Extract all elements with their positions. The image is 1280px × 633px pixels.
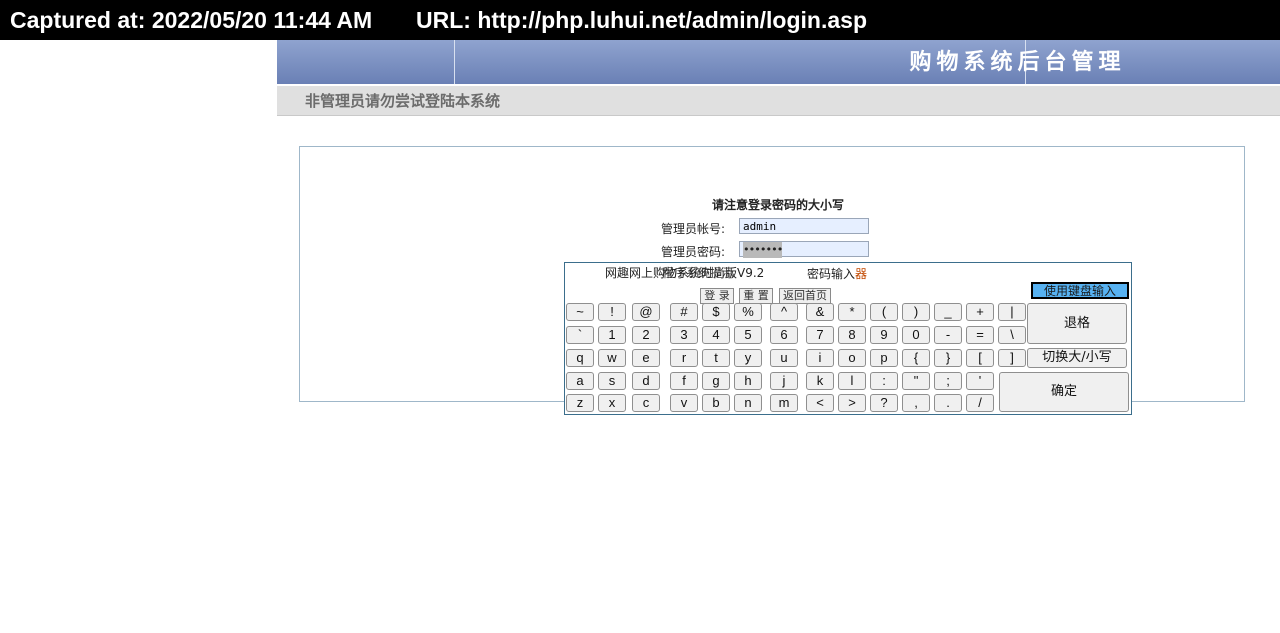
key-4-3[interactable]: v (670, 394, 698, 412)
key-3-1[interactable]: s (598, 372, 626, 390)
key-4-6[interactable]: m (770, 394, 798, 412)
key-3-11[interactable]: ; (934, 372, 962, 390)
keyboard-title-right-suffix: 器 (855, 267, 868, 281)
key-1-12[interactable]: = (966, 326, 994, 344)
key-4-7[interactable]: < (806, 394, 834, 412)
key-4-11[interactable]: . (934, 394, 962, 412)
key-0-4[interactable]: $ (702, 303, 730, 321)
capture-url: URL: http://php.luhui.net/admin/login.as… (416, 7, 867, 33)
key-3-0[interactable]: a (566, 372, 594, 390)
key-1-4[interactable]: 4 (702, 326, 730, 344)
backspace-key[interactable]: 退格 (1027, 303, 1127, 344)
key-0-8[interactable]: * (838, 303, 866, 321)
key-0-6[interactable]: ^ (770, 303, 798, 321)
key-0-2[interactable]: @ (632, 303, 660, 321)
key-0-0[interactable]: ~ (566, 303, 594, 321)
key-4-12[interactable]: / (966, 394, 994, 412)
username-input[interactable]: admin (739, 218, 869, 234)
key-3-10[interactable]: " (902, 372, 930, 390)
capture-timestamp: Captured at: 2022/05/20 11:44 AM (10, 7, 373, 33)
password-case-notice: 请注意登录密码的大小写 (711, 198, 844, 212)
key-1-8[interactable]: 8 (838, 326, 866, 344)
key-4-10[interactable]: , (902, 394, 930, 412)
key-0-1[interactable]: ! (598, 303, 626, 321)
key-2-1[interactable]: w (598, 349, 626, 367)
keyboard-title-right: 密码输入器 (807, 265, 867, 282)
key-0-10[interactable]: ) (902, 303, 930, 321)
key-2-8[interactable]: o (838, 349, 866, 367)
key-1-2[interactable]: 2 (632, 326, 660, 344)
keyboard-title-right-prefix: 密码输入 (807, 267, 856, 281)
key-0-7[interactable]: & (806, 303, 834, 321)
capture-bar: Captured at: 2022/05/20 11:44 AM URL: ht… (0, 0, 1280, 40)
case-toggle-key[interactable]: 切换大/小写 (1027, 348, 1127, 368)
key-2-5[interactable]: y (734, 349, 762, 367)
key-3-7[interactable]: k (806, 372, 834, 390)
key-1-10[interactable]: 0 (902, 326, 930, 344)
warning-bar: 非管理员请勿尝试登陆本系统 (277, 86, 1280, 116)
password-label: 管理员密码: (661, 245, 726, 259)
reset-button[interactable]: 重 置 (739, 288, 773, 304)
key-4-9[interactable]: ? (870, 394, 898, 412)
confirm-key[interactable]: 确定 (999, 372, 1129, 412)
key-3-8[interactable]: l (838, 372, 866, 390)
key-2-11[interactable]: } (934, 349, 962, 367)
return-home-button[interactable]: 返回首页 (779, 288, 831, 304)
key-4-4[interactable]: b (702, 394, 730, 412)
key-2-0[interactable]: q (566, 349, 594, 367)
key-0-5[interactable]: % (734, 303, 762, 321)
key-1-5[interactable]: 5 (734, 326, 762, 344)
key-2-13[interactable]: ] (998, 349, 1026, 367)
key-1-11[interactable]: - (934, 326, 962, 344)
key-1-3[interactable]: 3 (670, 326, 698, 344)
key-2-7[interactable]: i (806, 349, 834, 367)
key-0-9[interactable]: ( (870, 303, 898, 321)
key-4-2[interactable]: c (632, 394, 660, 412)
password-value: ••••••• (743, 242, 783, 258)
key-3-3[interactable]: f (670, 372, 698, 390)
key-2-6[interactable]: u (770, 349, 798, 367)
password-input[interactable]: ••••••• (739, 241, 869, 258)
warning-text: 非管理员请勿尝试登陆本系统 (305, 92, 501, 110)
key-1-6[interactable]: 6 (770, 326, 798, 344)
key-0-3[interactable]: # (670, 303, 698, 321)
key-4-5[interactable]: n (734, 394, 762, 412)
key-2-12[interactable]: [ (966, 349, 994, 367)
key-2-3[interactable]: r (670, 349, 698, 367)
key-1-9[interactable]: 9 (870, 326, 898, 344)
login-button[interactable]: 登 录 (700, 288, 734, 304)
key-3-5[interactable]: h (734, 372, 762, 390)
key-3-12[interactable]: ' (966, 372, 994, 390)
key-1-1[interactable]: 1 (598, 326, 626, 344)
key-1-13[interactable]: \ (998, 326, 1026, 344)
key-2-2[interactable]: e (632, 349, 660, 367)
key-3-6[interactable]: j (770, 372, 798, 390)
header-banner: 购物系统后台管理 (277, 40, 1280, 84)
key-4-0[interactable]: z (566, 394, 594, 412)
keyboard-title-overlap: 程序系统提示 (662, 266, 735, 280)
key-2-10[interactable]: { (902, 349, 930, 367)
key-2-9[interactable]: p (870, 349, 898, 367)
use-keyboard-button[interactable]: 使用键盘输入 (1031, 282, 1129, 299)
key-0-11[interactable]: _ (934, 303, 962, 321)
key-3-2[interactable]: d (632, 372, 660, 390)
key-0-13[interactable]: | (998, 303, 1026, 321)
banner-left-segment (277, 40, 455, 84)
key-2-4[interactable]: t (702, 349, 730, 367)
username-label: 管理员帐号: (661, 222, 726, 236)
key-0-12[interactable]: + (966, 303, 994, 321)
key-3-9[interactable]: : (870, 372, 898, 390)
key-1-7[interactable]: 7 (806, 326, 834, 344)
key-4-8[interactable]: > (838, 394, 866, 412)
page-title: 购物系统后台管理 (909, 50, 1126, 75)
key-1-0[interactable]: ` (566, 326, 594, 344)
key-3-4[interactable]: g (702, 372, 730, 390)
key-4-1[interactable]: x (598, 394, 626, 412)
